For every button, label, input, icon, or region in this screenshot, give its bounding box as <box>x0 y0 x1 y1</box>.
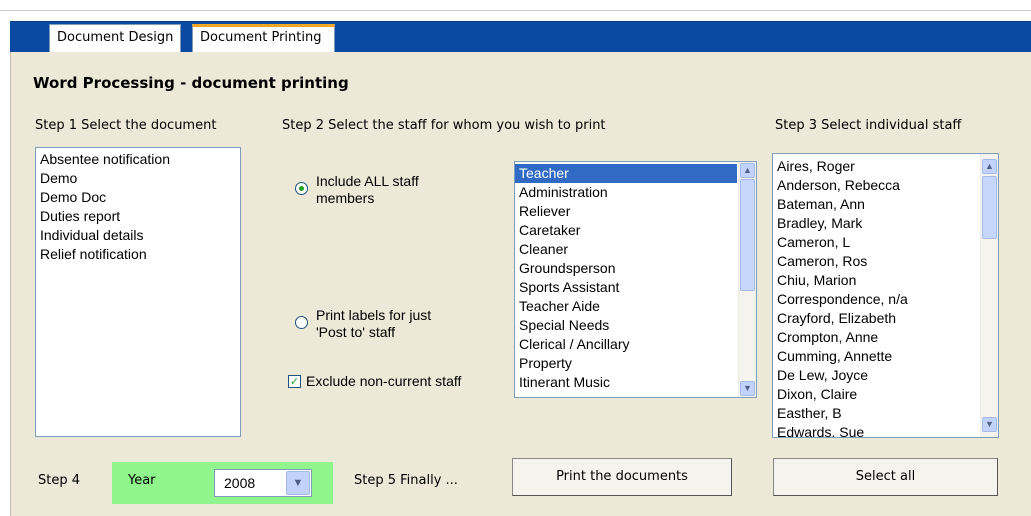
list-item[interactable]: Absentee notification <box>36 150 240 169</box>
year-select[interactable]: 2008 ▼ <box>214 469 312 497</box>
year-value: 2008 <box>224 475 256 491</box>
year-label: Year <box>128 473 156 488</box>
post-to-labels-label-line1: Print labels for just <box>316 307 432 323</box>
list-item[interactable]: Sports Assistant <box>515 278 737 297</box>
list-item[interactable]: Dixon, Claire <box>773 385 979 404</box>
checkmark-icon: ✓ <box>289 375 300 388</box>
list-item[interactable]: Chiu, Marion <box>773 271 979 290</box>
scroll-thumb[interactable] <box>982 176 997 239</box>
include-all-label[interactable]: Include ALL staff members <box>316 173 419 207</box>
page-title: Word Processing - document printing <box>33 74 349 92</box>
scroll-down-icon[interactable]: ▼ <box>982 417 997 432</box>
print-documents-button[interactable]: Print the documents <box>512 458 732 496</box>
list-item[interactable]: Groundsperson <box>515 259 737 278</box>
step5-label: Step 5 Finally ... <box>354 473 458 488</box>
tab-document-printing[interactable]: Document Printing <box>192 24 335 52</box>
staff-category-list[interactable]: Teacher Administration Reliever Caretake… <box>514 161 757 398</box>
list-item[interactable]: De Lew, Joyce <box>773 366 979 385</box>
post-to-labels-radio[interactable] <box>295 316 308 329</box>
list-item[interactable]: Teacher Aide <box>515 297 737 316</box>
exclude-noncurrent-label[interactable]: Exclude non-current staff <box>306 373 461 390</box>
radio-selected-dot <box>299 186 304 191</box>
post-to-labels-label[interactable]: Print labels for just 'Post to' staff <box>316 307 431 341</box>
list-item[interactable]: Crayford, Elizabeth <box>773 309 979 328</box>
include-all-radio[interactable] <box>295 182 308 195</box>
list-item[interactable]: Special Needs <box>515 316 737 335</box>
list-item[interactable]: Property <box>515 354 737 373</box>
list-item[interactable]: Anderson, Rebecca <box>773 176 979 195</box>
list-item[interactable]: Reliever <box>515 202 737 221</box>
staff-scrollbar[interactable]: ▲ ▼ <box>980 154 998 437</box>
list-item[interactable]: Cumming, Annette <box>773 347 979 366</box>
step2-label: Step 2 Select the staff for whom you wis… <box>282 118 606 133</box>
list-item[interactable]: Aires, Roger <box>773 157 979 176</box>
document-list[interactable]: Absentee notification Demo Demo Doc Duti… <box>35 147 241 437</box>
include-all-label-line2: members <box>316 190 375 206</box>
list-item[interactable]: Itinerant Music <box>515 373 737 392</box>
post-to-labels-label-line2: 'Post to' staff <box>316 324 396 340</box>
list-item[interactable]: Demo <box>36 169 240 188</box>
list-item[interactable]: Caretaker <box>515 221 737 240</box>
list-item[interactable]: Bateman, Ann <box>773 195 979 214</box>
step4-label: Step 4 <box>38 473 81 488</box>
list-item[interactable]: Duties report <box>36 207 240 226</box>
list-item[interactable]: Individual details <box>36 226 240 245</box>
list-item[interactable]: Correspondence, n/a <box>773 290 979 309</box>
list-item[interactable]: Cleaner <box>515 240 737 259</box>
list-item[interactable]: Edwards, Sue <box>773 423 979 437</box>
list-item[interactable]: Cameron, Ros <box>773 252 979 271</box>
individual-staff-list[interactable]: Aires, Roger Anderson, Rebecca Bateman, … <box>772 153 999 438</box>
list-item-selected[interactable]: Teacher <box>515 164 737 183</box>
top-divider <box>0 10 1031 11</box>
step1-label: Step 1 Select the document <box>35 118 217 133</box>
exclude-noncurrent-checkbox[interactable]: ✓ <box>288 375 301 388</box>
list-item[interactable]: Clerical / Ancillary <box>515 335 737 354</box>
list-item[interactable]: Crompton, Anne <box>773 328 979 347</box>
category-scrollbar[interactable]: ▲ ▼ <box>738 162 756 397</box>
list-item[interactable]: Easther, B <box>773 404 979 423</box>
list-item[interactable]: Relief notification <box>36 245 240 264</box>
list-item[interactable]: Cameron, L <box>773 233 979 252</box>
chevron-down-icon[interactable]: ▼ <box>286 471 310 495</box>
scroll-thumb[interactable] <box>740 179 755 291</box>
scroll-up-icon[interactable]: ▲ <box>740 163 755 178</box>
list-item[interactable]: Demo Doc <box>36 188 240 207</box>
scroll-up-icon[interactable]: ▲ <box>982 159 997 174</box>
list-item[interactable]: Bradley, Mark <box>773 214 979 233</box>
step3-label: Step 3 Select individual staff <box>775 118 962 133</box>
select-all-button[interactable]: Select all <box>773 458 998 496</box>
include-all-label-line1: Include ALL staff <box>316 173 419 189</box>
scroll-down-icon[interactable]: ▼ <box>740 381 755 396</box>
list-item[interactable]: Administration <box>515 183 737 202</box>
tab-document-design[interactable]: Document Design <box>49 24 182 52</box>
